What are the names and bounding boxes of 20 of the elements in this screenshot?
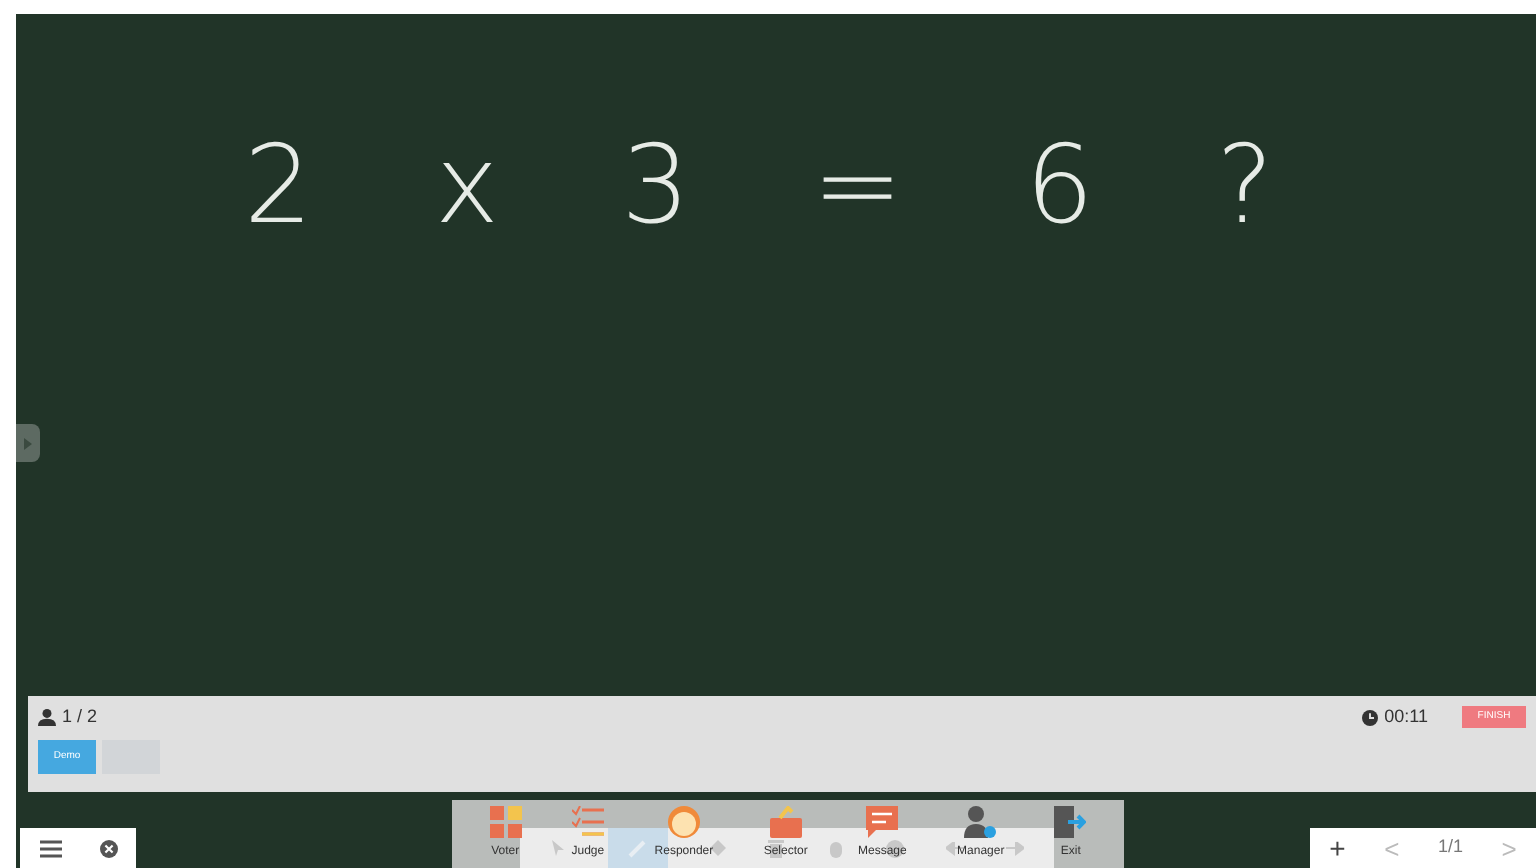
timer: 00:11 <box>1384 703 1428 730</box>
selector-icon <box>769 806 802 838</box>
responder-icon <box>667 806 700 838</box>
exit-icon <box>1054 806 1087 838</box>
menu-icon[interactable] <box>39 839 61 857</box>
side-handle[interactable] <box>16 424 40 462</box>
caret-icon <box>24 437 32 449</box>
manager-icon <box>964 806 997 838</box>
student-count: 1 / 2 <box>62 703 98 730</box>
judge-icon <box>571 806 604 838</box>
close-icon[interactable] <box>99 839 117 857</box>
add-page-button[interactable]: + <box>1329 834 1346 862</box>
message-icon <box>866 806 899 838</box>
clock-icon <box>1362 709 1379 725</box>
pen-icon <box>627 838 648 858</box>
eraser-icon[interactable] <box>710 840 727 856</box>
person-icon <box>38 708 56 726</box>
page-number: 1/1 <box>1437 834 1463 861</box>
voter-icon <box>489 806 522 838</box>
handwritten-text: 2 x 3 = 6 ? <box>244 132 1318 240</box>
